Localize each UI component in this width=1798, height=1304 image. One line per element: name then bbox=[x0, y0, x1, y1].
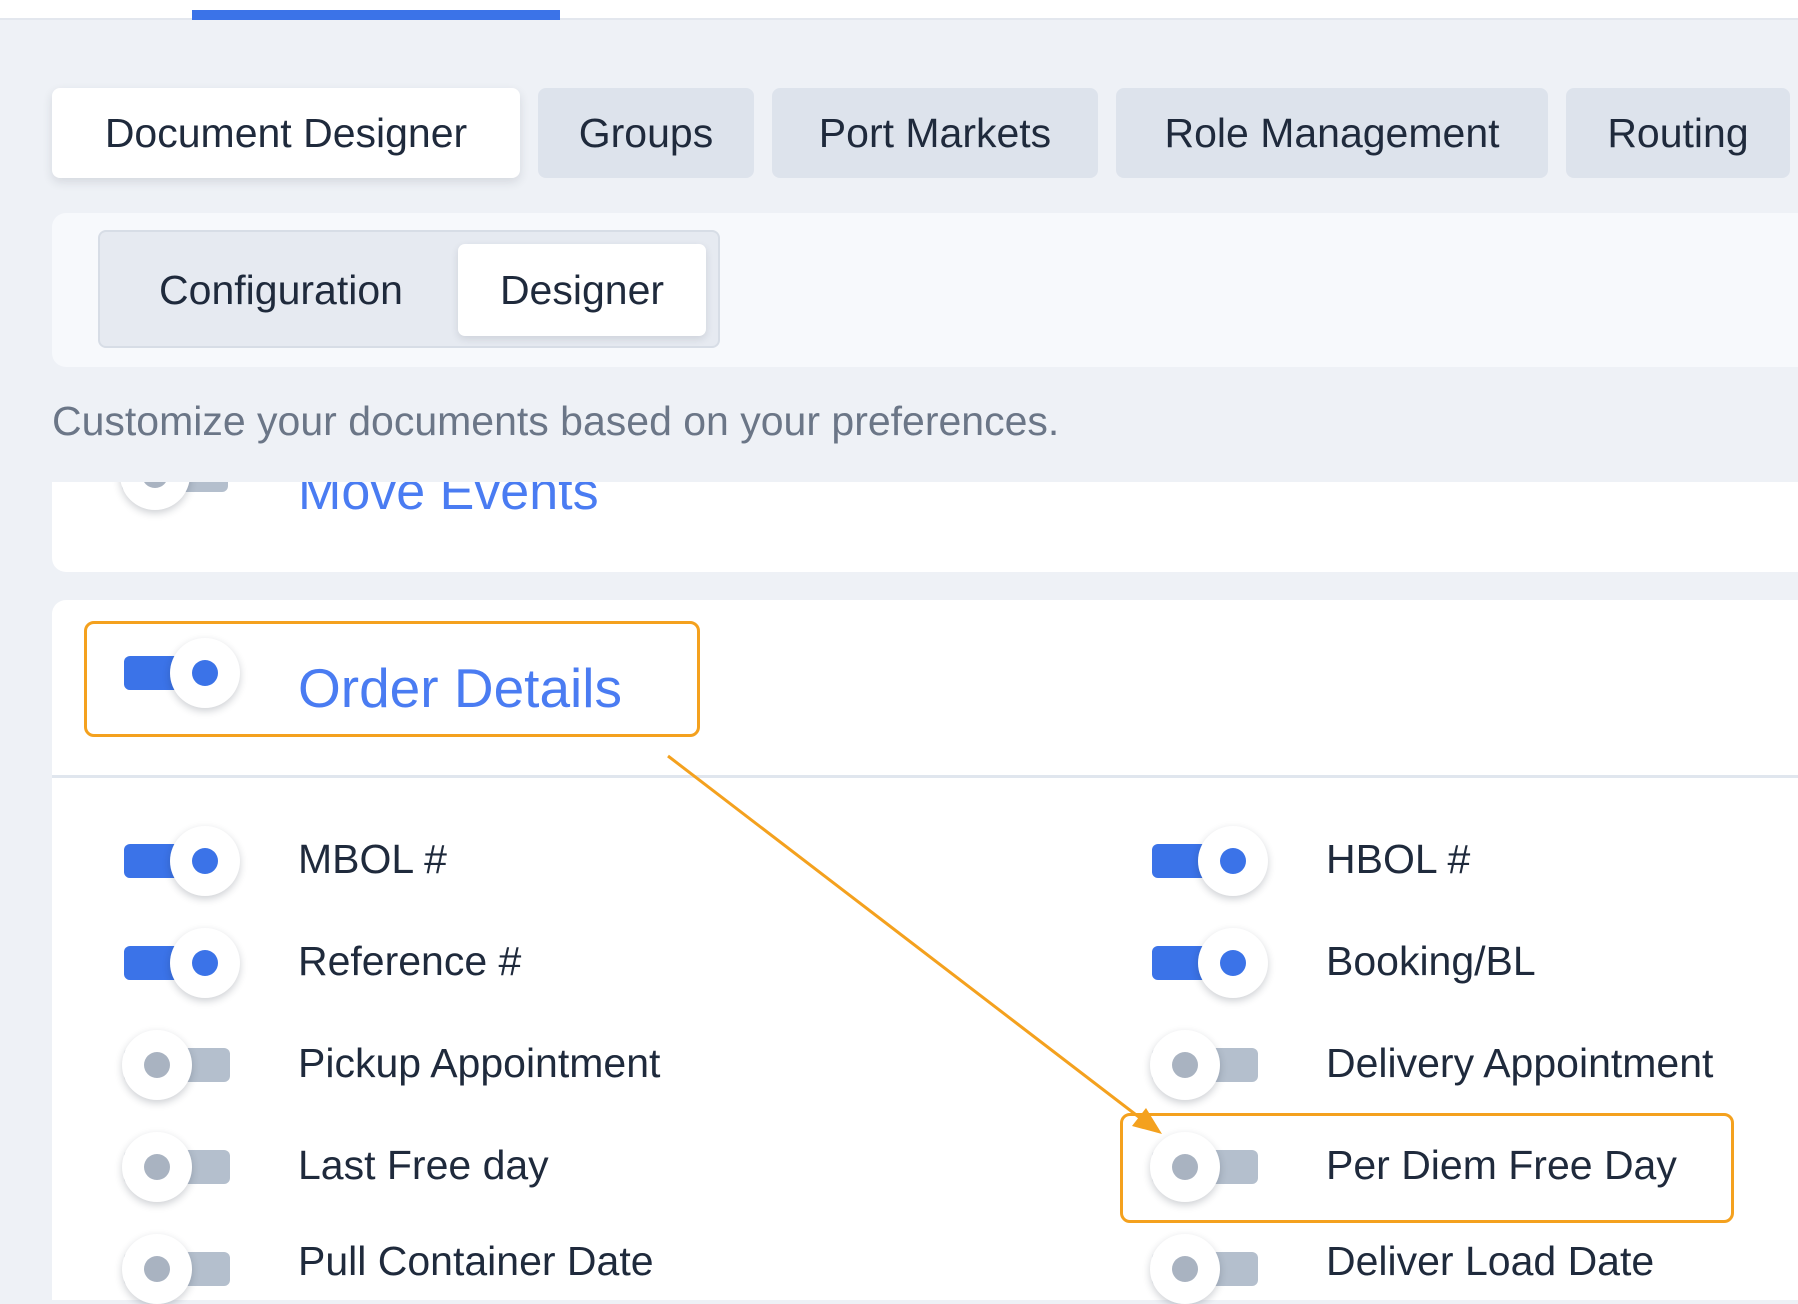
sub-tab-label: Configuration bbox=[159, 266, 403, 313]
toggle-dot bbox=[144, 1052, 170, 1078]
tab-label: Role Management bbox=[1164, 109, 1500, 156]
toggle-dot bbox=[144, 1256, 170, 1282]
toggle-dot bbox=[192, 848, 218, 874]
move-events-card: Move Events bbox=[52, 482, 1798, 572]
tab-role-management[interactable]: Role Management bbox=[1116, 88, 1548, 178]
toggle-dot bbox=[144, 1154, 170, 1180]
annotation-highlight-per-diem bbox=[1120, 1113, 1734, 1223]
top-active-tab-indicator bbox=[192, 10, 560, 20]
pickup-appointment-toggle[interactable] bbox=[122, 1030, 240, 1100]
field-label-pickup-appointment: Pickup Appointment bbox=[298, 1040, 661, 1086]
tab-label: Port Markets bbox=[818, 109, 1052, 156]
toggle-dot bbox=[1220, 950, 1246, 976]
field-label-booking-bl: Booking/BL bbox=[1326, 938, 1536, 984]
pull-container-date-toggle[interactable] bbox=[122, 1234, 240, 1304]
toggle-dot bbox=[1220, 848, 1246, 874]
booking-bl-toggle[interactable] bbox=[1150, 928, 1268, 998]
toggle-dot bbox=[1172, 1256, 1198, 1282]
tab-groups[interactable]: Groups bbox=[538, 88, 754, 178]
tab-document-designer[interactable]: Document Designer bbox=[52, 88, 520, 178]
delivery-appointment-toggle[interactable] bbox=[1150, 1030, 1268, 1100]
section-divider bbox=[52, 775, 1798, 778]
field-label-pull-container-date: Pull Container Date bbox=[298, 1238, 654, 1284]
mbol-toggle[interactable] bbox=[122, 826, 240, 896]
field-label-delivery-appointment: Delivery Appointment bbox=[1326, 1040, 1714, 1086]
field-label-reference: Reference # bbox=[298, 938, 522, 984]
last-free-day-toggle[interactable] bbox=[122, 1132, 240, 1202]
sub-tab-designer[interactable]: Designer bbox=[458, 244, 706, 336]
field-label-mbol: MBOL # bbox=[298, 836, 447, 882]
tab-port-markets[interactable]: Port Markets bbox=[772, 88, 1098, 178]
move-events-title[interactable]: Move Events bbox=[298, 482, 599, 522]
annotation-highlight-order-details bbox=[84, 621, 700, 737]
deliver-load-date-toggle[interactable] bbox=[1150, 1234, 1268, 1304]
toggle-dot bbox=[192, 950, 218, 976]
page-description: Customize your documents based on your p… bbox=[52, 398, 1060, 444]
hbol-toggle[interactable] bbox=[1150, 826, 1268, 896]
field-label-last-free-day: Last Free day bbox=[298, 1142, 549, 1188]
tab-label: Routing bbox=[1607, 109, 1749, 156]
sub-tab-label: Designer bbox=[499, 266, 665, 313]
toggle-dot bbox=[1172, 1052, 1198, 1078]
field-label-deliver-load-date: Deliver Load Date bbox=[1326, 1238, 1655, 1284]
tab-routing[interactable]: Routing bbox=[1566, 88, 1790, 178]
reference-toggle[interactable] bbox=[122, 928, 240, 998]
move-events-toggle[interactable] bbox=[120, 482, 238, 510]
sub-tab-configuration[interactable]: Configuration bbox=[116, 244, 446, 336]
tab-label: Document Designer bbox=[104, 109, 468, 156]
tab-label: Groups bbox=[578, 109, 714, 156]
field-label-hbol: HBOL # bbox=[1326, 836, 1471, 882]
